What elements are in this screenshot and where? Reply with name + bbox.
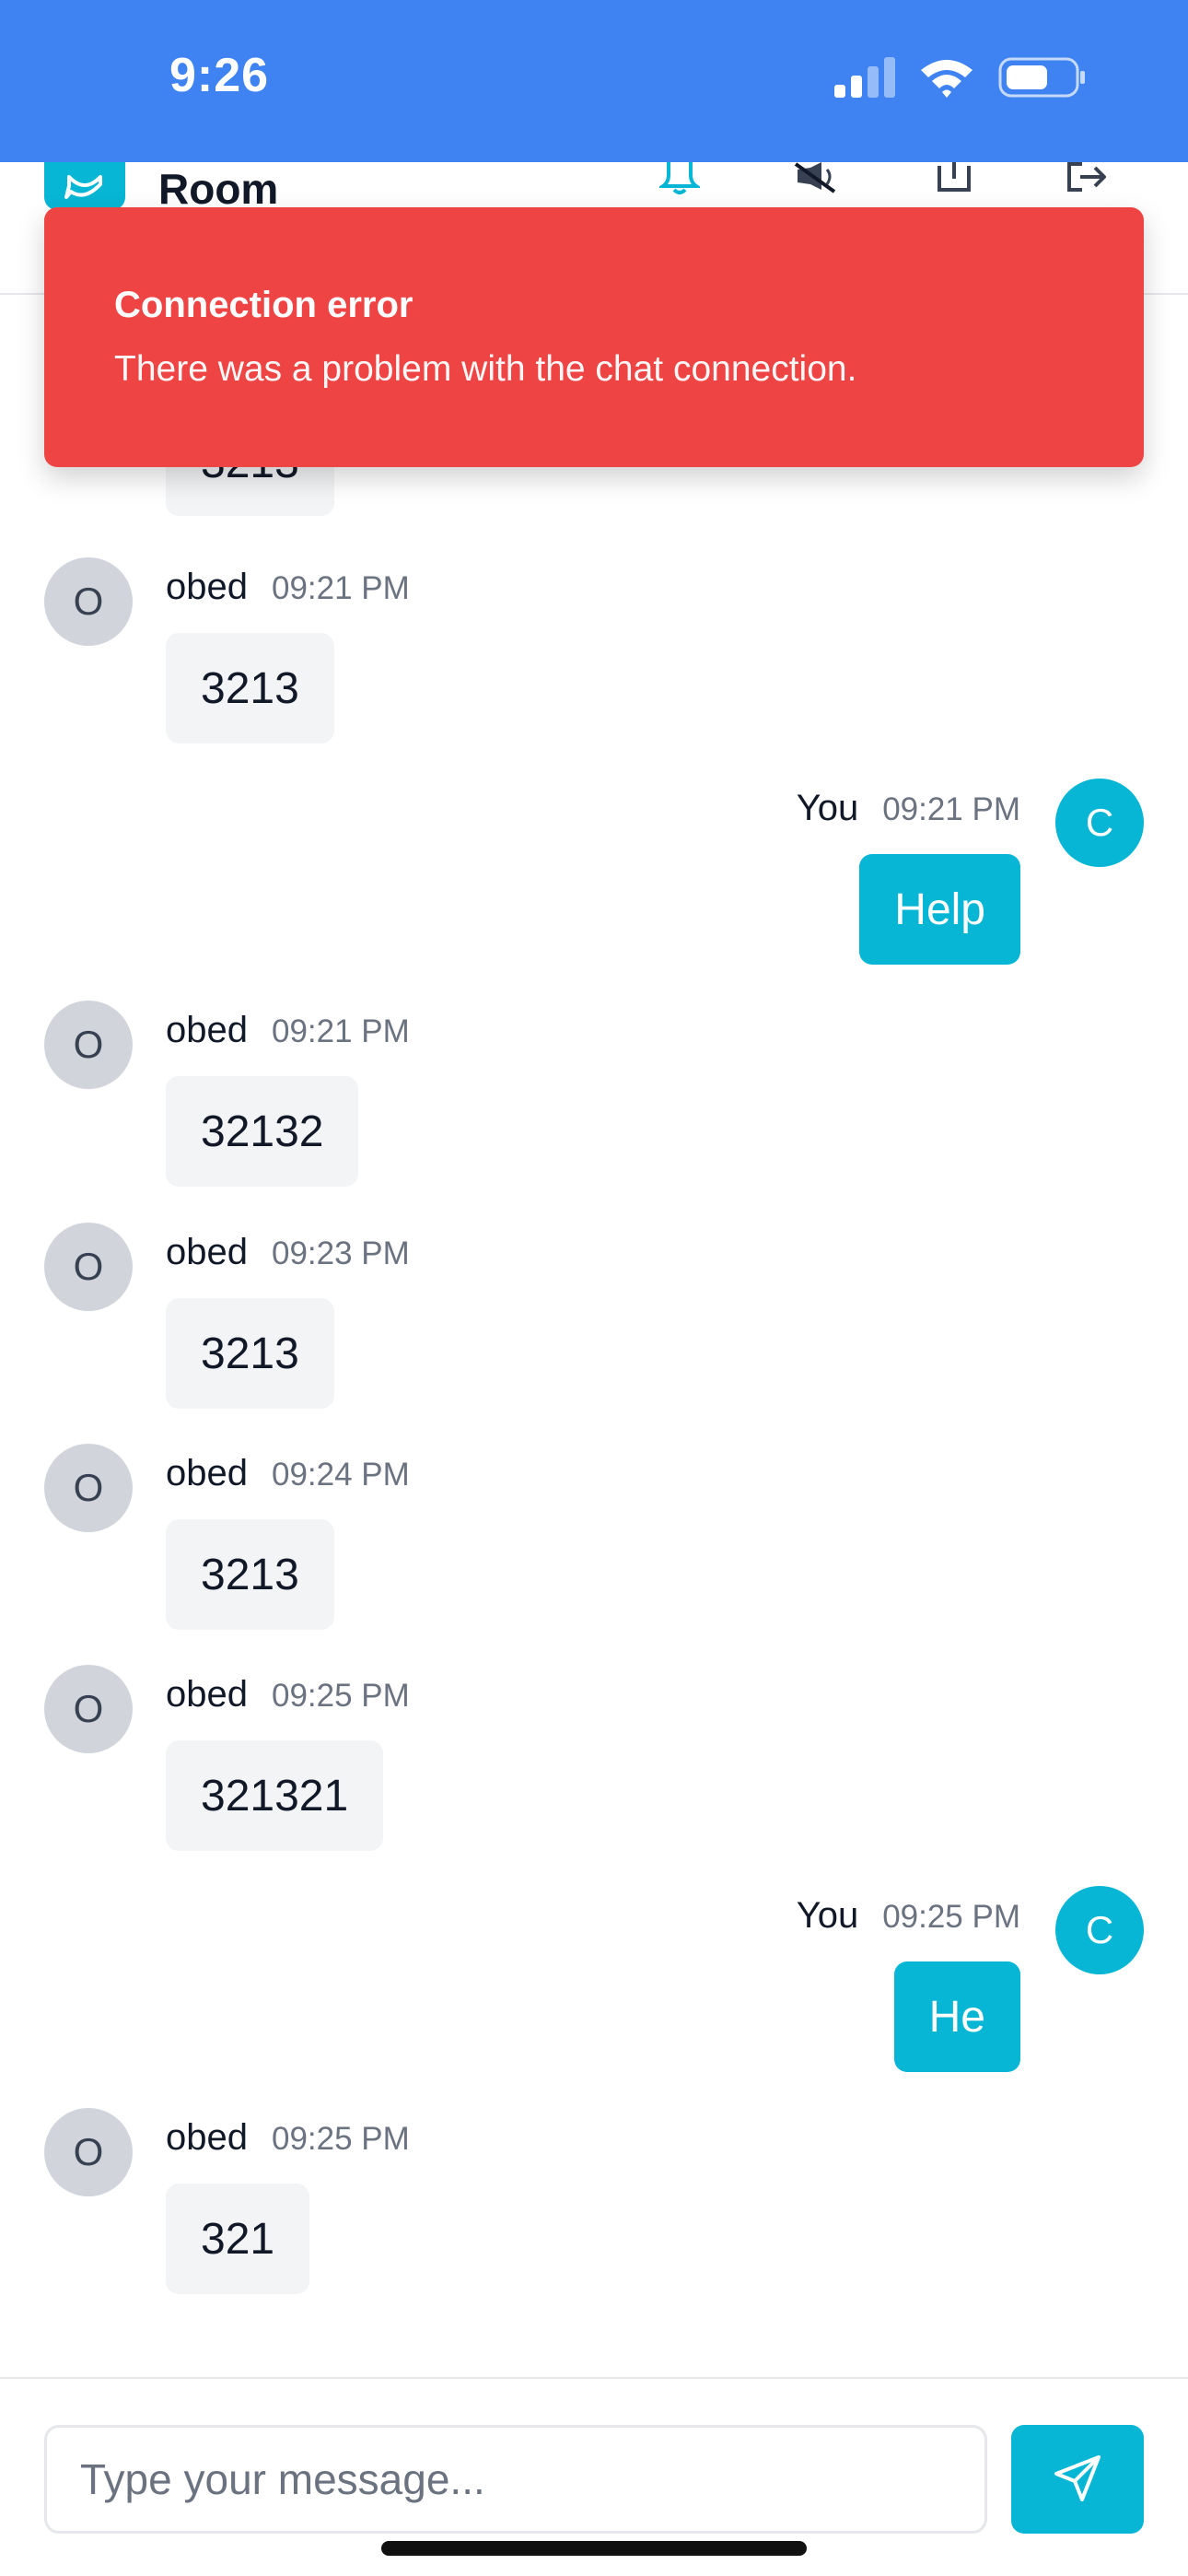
message-bubble: 321321 xyxy=(166,1740,384,1851)
avatar: O xyxy=(44,1001,133,1089)
message-time: 09:25 PM xyxy=(271,2121,410,2157)
message-meta: obed 09:23 PM xyxy=(166,1232,410,1273)
avatar: C xyxy=(1055,779,1144,867)
bell-icon[interactable] xyxy=(652,162,707,199)
message-meta: obed 09:24 PM xyxy=(166,1453,410,1494)
message-bubble: 321 xyxy=(166,2184,310,2294)
toast-title: Connection error xyxy=(114,285,413,325)
message-time: 09:21 PM xyxy=(882,791,1020,827)
avatar: O xyxy=(44,1444,133,1532)
message-bubble: Help xyxy=(859,854,1020,965)
battery-icon xyxy=(998,57,1087,102)
message-time: 09:25 PM xyxy=(271,1678,410,1714)
sender-name: obed xyxy=(166,1232,248,1272)
sender-name: You xyxy=(796,788,859,828)
status-bar: 9:26 xyxy=(0,0,1188,162)
status-icons xyxy=(834,57,1087,102)
message-meta: obed 09:25 PM xyxy=(166,1674,410,1715)
message-bubble: 3213 xyxy=(166,1298,334,1409)
share-icon[interactable] xyxy=(926,162,982,199)
message-time: 09:21 PM xyxy=(271,570,410,606)
message-time: 09:24 PM xyxy=(271,1457,410,1493)
message-bubble: He xyxy=(893,1961,1020,2072)
room-title: Room xyxy=(158,165,279,213)
home-indicator[interactable] xyxy=(381,2541,807,2556)
message-time: 09:23 PM xyxy=(271,1235,410,1271)
message-bubble: 3213 xyxy=(166,1519,334,1630)
message-meta: You 09:25 PM xyxy=(797,1895,1020,1937)
message-time: 09:25 PM xyxy=(882,1899,1020,1935)
message-meta: obed 09:21 PM xyxy=(166,1010,410,1051)
status-time: 9:26 xyxy=(169,49,270,102)
sender-name: obed xyxy=(166,1010,248,1050)
message-input[interactable] xyxy=(44,2425,987,2534)
message-meta: obed 09:21 PM xyxy=(166,567,410,608)
mute-icon[interactable] xyxy=(788,162,844,199)
message-meta: obed 09:25 PM xyxy=(166,2117,410,2159)
avatar: C xyxy=(1055,1886,1144,1974)
message-bubble: 32132 xyxy=(166,1076,359,1187)
connection-error-toast[interactable]: Connection error There was a problem wit… xyxy=(44,207,1144,467)
message-time: 09:21 PM xyxy=(271,1013,410,1049)
send-button[interactable] xyxy=(1011,2425,1144,2534)
avatar: O xyxy=(44,557,133,646)
send-icon xyxy=(1053,2453,1102,2506)
message-meta: You 09:21 PM xyxy=(797,788,1020,829)
sender-name: obed xyxy=(166,567,248,607)
chat-bubble-icon xyxy=(44,162,125,210)
sender-name: You xyxy=(796,1895,859,1936)
sender-name: obed xyxy=(166,1674,248,1715)
chat-screen: 3213 O obed 09:21 PM 3213 C You 09:21 PM… xyxy=(0,0,1188,2576)
exit-icon[interactable] xyxy=(1059,162,1114,199)
message-bubble: 3213 xyxy=(166,633,334,744)
toast-description: There was a problem with the chat connec… xyxy=(114,349,857,389)
wifi-icon xyxy=(919,57,974,102)
avatar: O xyxy=(44,1665,133,1753)
avatar: O xyxy=(44,1223,133,1311)
sender-name: obed xyxy=(166,2117,248,2158)
sender-name: obed xyxy=(166,1453,248,1493)
cellular-signal-icon xyxy=(834,57,895,102)
avatar: O xyxy=(44,2108,133,2196)
